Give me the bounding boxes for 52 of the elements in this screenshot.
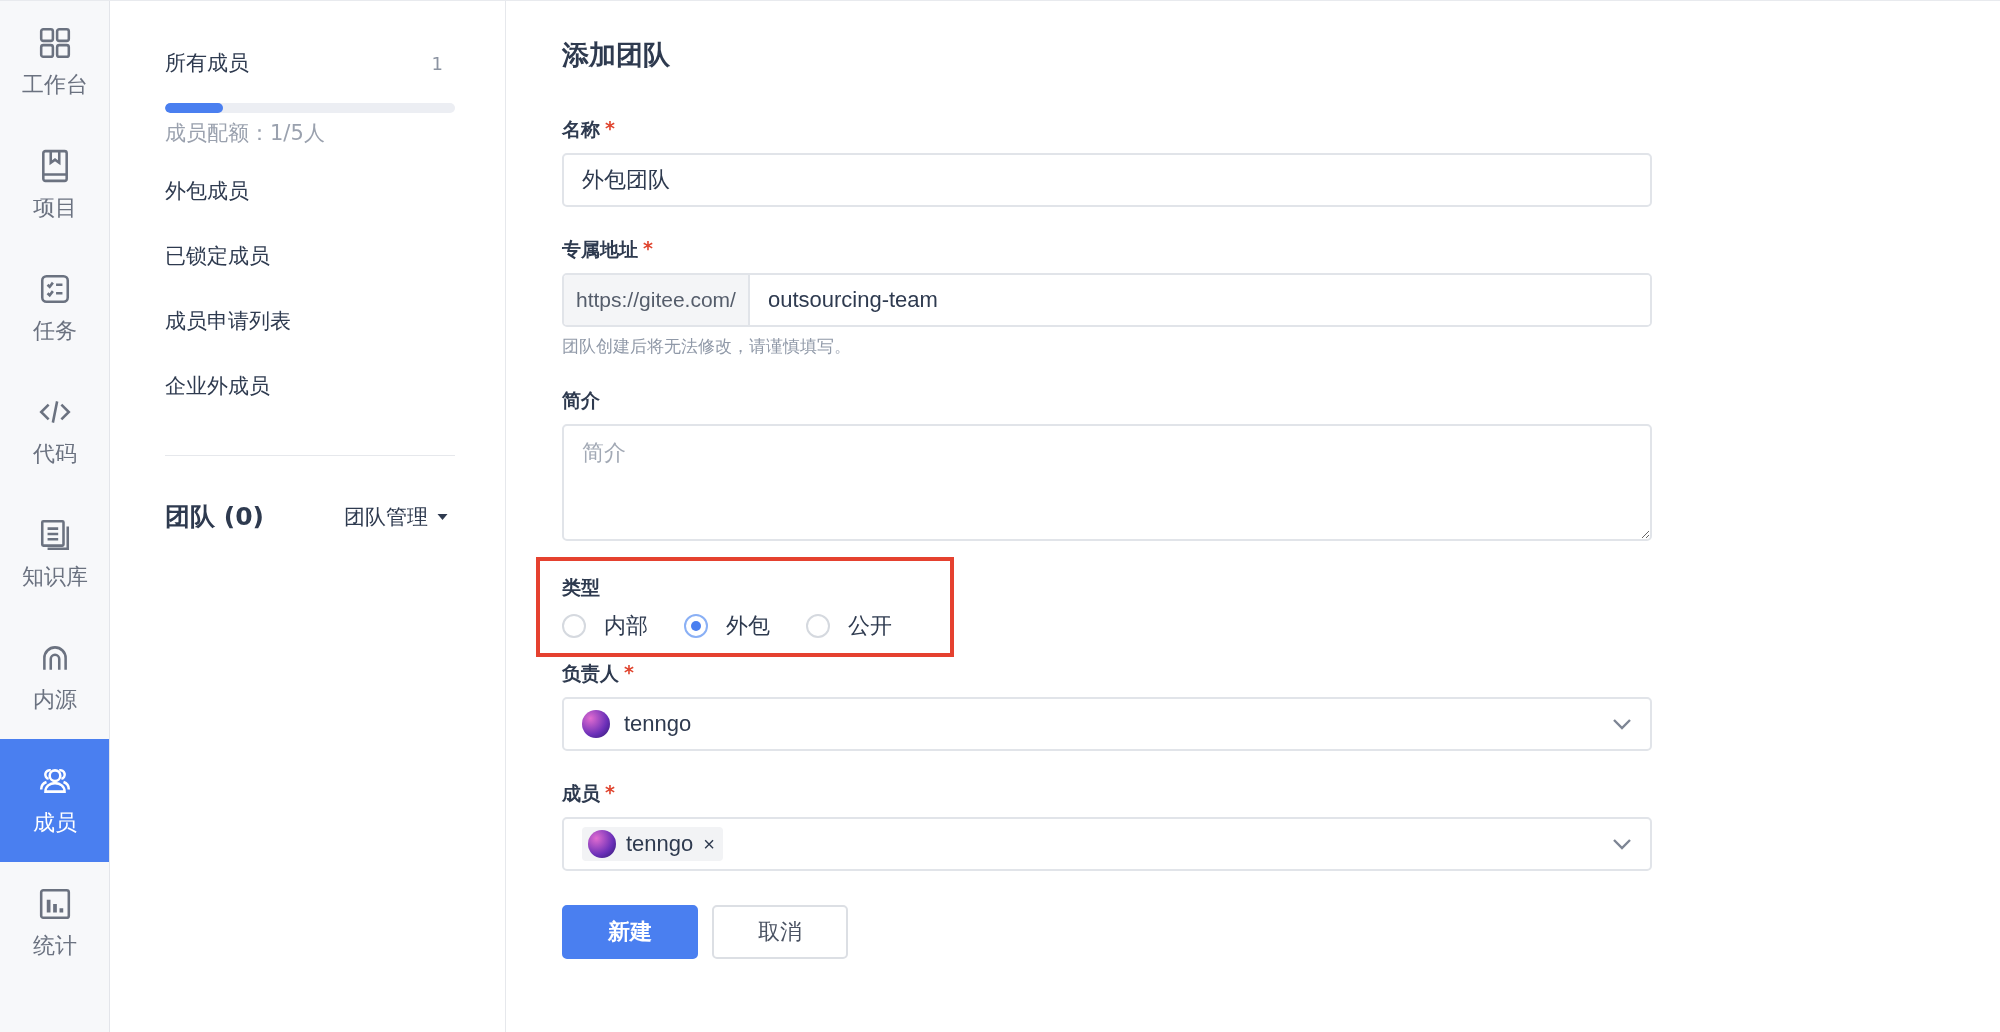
- chevron-down-icon: [1612, 718, 1632, 730]
- chevron-down-icon: [1612, 838, 1632, 850]
- menu-item[interactable]: 外包成员: [165, 177, 249, 205]
- nav-item[interactable]: 代码: [0, 370, 109, 493]
- tag-label: tenngo: [626, 831, 694, 857]
- caret-icon: [436, 512, 449, 521]
- owner-select[interactable]: tenngo: [562, 697, 1652, 751]
- member-count: 1: [431, 52, 444, 74]
- field-label: 专属地址: [562, 237, 638, 262]
- radio-option[interactable]: 外包: [684, 611, 770, 641]
- team-manage-dropdown[interactable]: 团队管理: [344, 502, 455, 531]
- teams-heading: 团队 (0): [165, 501, 264, 533]
- radio-option[interactable]: 公开: [806, 611, 892, 641]
- radio-circle[interactable]: [684, 614, 708, 638]
- menu-item[interactable]: 企业外成员: [165, 372, 270, 400]
- avatar-icon: [582, 710, 610, 738]
- nav-item[interactable]: 统计: [0, 862, 109, 985]
- menu-item[interactable]: 已锁定成员: [165, 242, 270, 270]
- required-asterisk: *: [624, 661, 634, 685]
- required-asterisk: *: [605, 781, 615, 805]
- field-label: 类型: [562, 575, 600, 600]
- nav-item[interactable]: 知识库: [0, 493, 109, 616]
- nav-item[interactable]: 任务: [0, 247, 109, 370]
- radio-circle[interactable]: [806, 614, 830, 638]
- required-asterisk: *: [605, 117, 615, 141]
- page-title: 添加团队: [562, 38, 671, 72]
- hint-text: 团队创建后将无法修改，请谨慎填写。: [562, 335, 852, 358]
- bar-chart-icon: [37, 886, 72, 921]
- menu-item[interactable]: 成员申请列表: [165, 307, 291, 335]
- members-select[interactable]: tenngo ×: [562, 817, 1652, 871]
- remove-tag-button[interactable]: ×: [703, 832, 715, 856]
- required-asterisk: *: [643, 237, 653, 261]
- grid-icon: [37, 25, 72, 60]
- quota-text: 成员配额：1/5人: [165, 120, 326, 147]
- url-prefix: https://gitee.com/: [564, 275, 750, 325]
- nav-item[interactable]: 工作台: [0, 1, 109, 124]
- menu-item[interactable]: 所有成员: [165, 49, 249, 77]
- cancel-button[interactable]: 取消: [712, 905, 848, 959]
- field-label: 名称: [562, 117, 600, 142]
- radio-circle[interactable]: [562, 614, 586, 638]
- name-input[interactable]: 外包团队: [562, 153, 1652, 207]
- url-input[interactable]: https://gitee.com/ outsourcing-team: [562, 273, 1652, 327]
- nav-item[interactable]: 内源: [0, 616, 109, 739]
- nav-item[interactable]: 成员: [0, 739, 109, 862]
- radio-option[interactable]: 内部: [562, 611, 648, 641]
- field-label: 成员: [562, 781, 600, 806]
- nav-item[interactable]: 项目: [0, 124, 109, 247]
- field-label: 简介: [562, 388, 600, 413]
- field-label: 负责人: [562, 661, 619, 686]
- avatar-icon: [588, 830, 616, 858]
- create-button[interactable]: 新建: [562, 905, 698, 959]
- description-textarea[interactable]: 简介: [562, 424, 1652, 541]
